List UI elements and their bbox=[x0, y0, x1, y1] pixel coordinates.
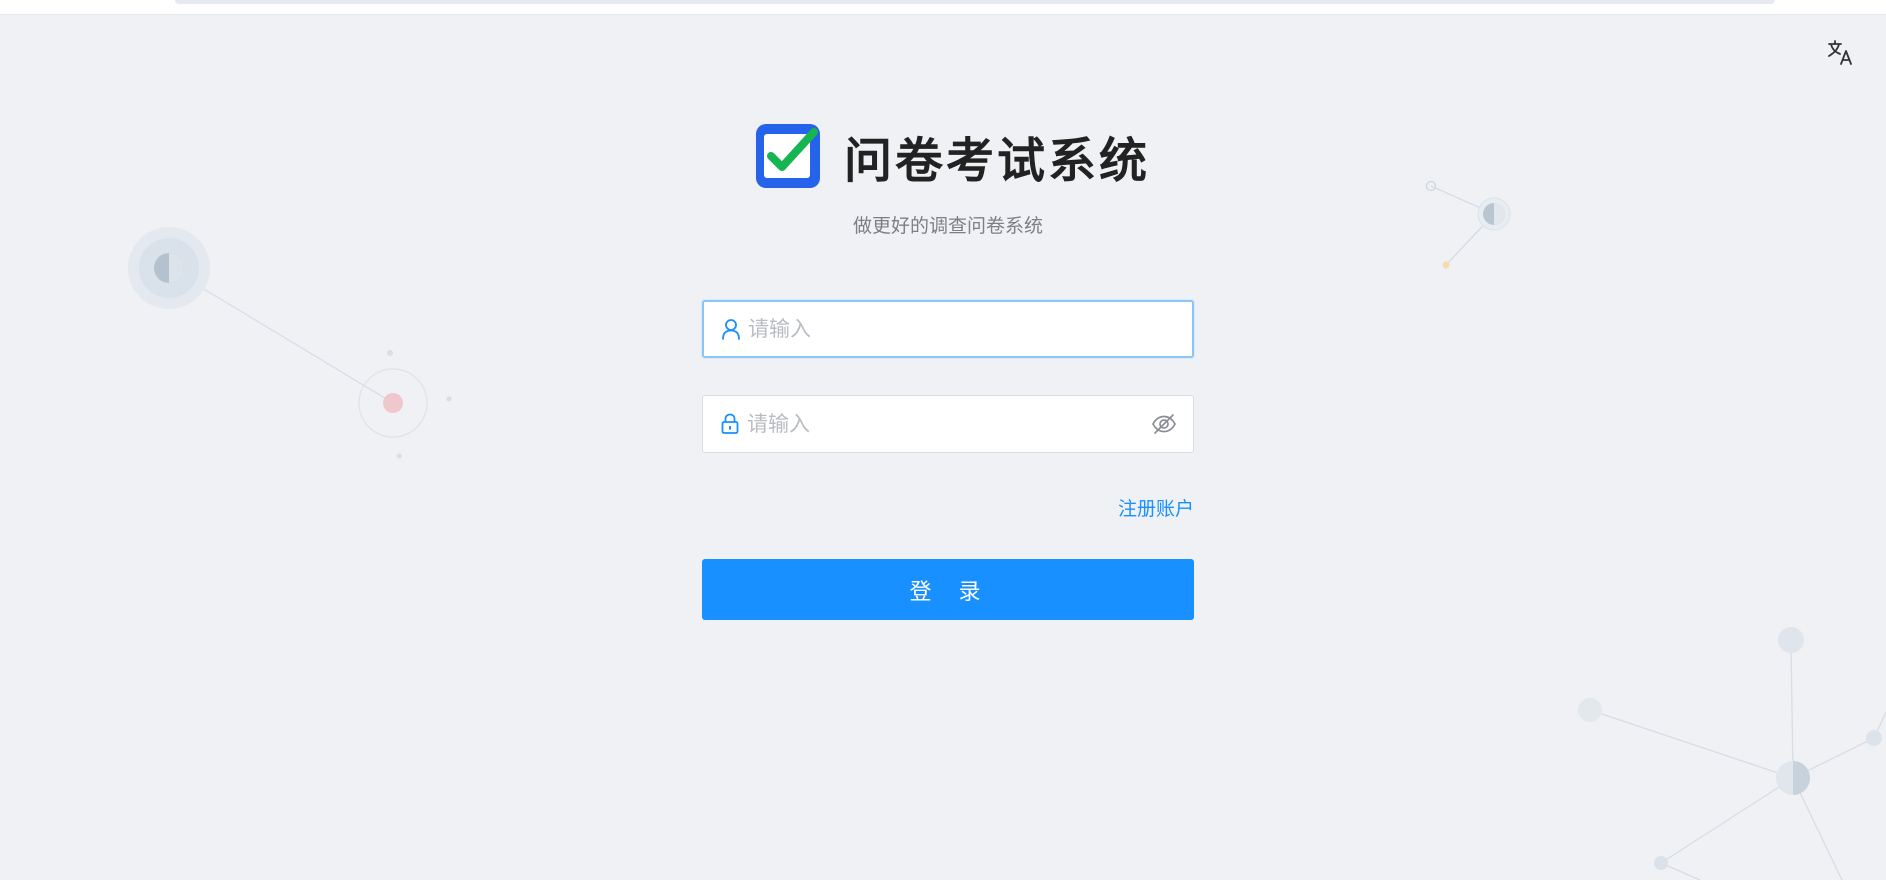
password-input[interactable] bbox=[747, 396, 1127, 452]
username-input[interactable] bbox=[748, 302, 1128, 356]
top-strip-bar bbox=[175, 0, 1775, 4]
translate-icon bbox=[1828, 40, 1852, 65]
app-subtitle: 做更好的调查问卷系统 bbox=[852, 215, 1043, 237]
register-account-link[interactable]: 注册账户 bbox=[1010, 494, 1194, 521]
username-field[interactable] bbox=[702, 300, 1194, 358]
brand-header: 问卷考试系统 bbox=[754, 122, 1150, 190]
language-switch-button[interactable] bbox=[1824, 36, 1856, 68]
checkbox-logo-icon bbox=[756, 124, 820, 188]
app-title: 问卷考试系统 bbox=[844, 133, 1151, 189]
password-field[interactable] bbox=[702, 395, 1194, 453]
user-icon bbox=[720, 318, 742, 340]
eye-slash-icon bbox=[1152, 414, 1176, 434]
browser-top-strip bbox=[0, 0, 1886, 15]
lock-icon bbox=[719, 413, 741, 435]
password-visibility-toggle[interactable] bbox=[1149, 409, 1179, 439]
login-button[interactable]: 登 录 bbox=[702, 559, 1194, 620]
